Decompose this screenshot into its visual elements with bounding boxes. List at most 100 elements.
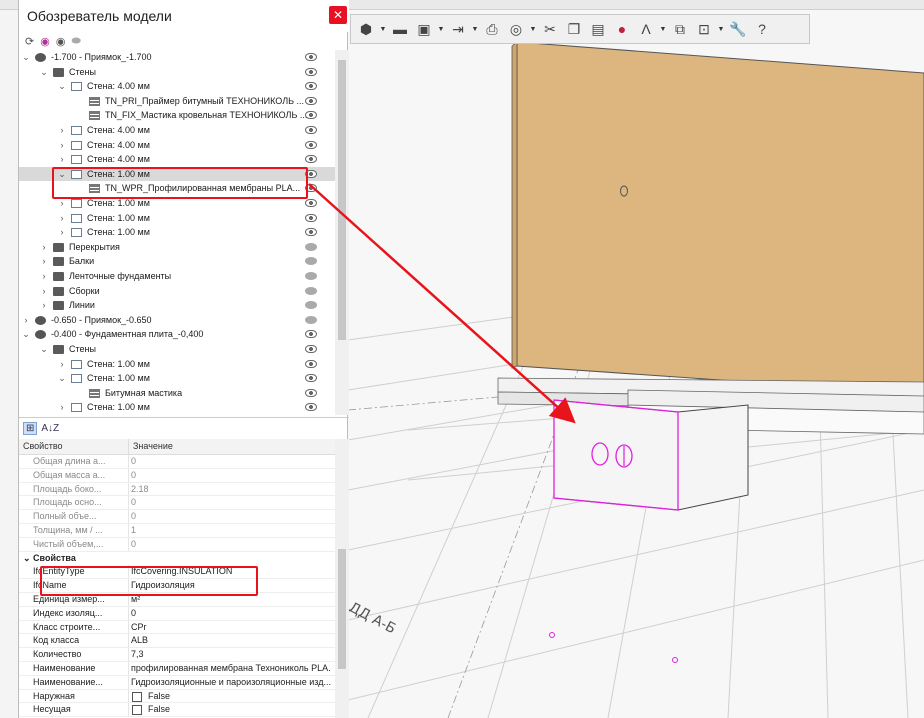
- tree-scrollbar[interactable]: [335, 50, 349, 415]
- hidden-eye-icon[interactable]: [305, 301, 317, 310]
- tree-row[interactable]: › -0.650 - Приямок_-0.650: [19, 313, 335, 328]
- tree-row[interactable]: › Линии: [19, 298, 335, 313]
- tree-row[interactable]: › Стена: 4.00 мм: [19, 123, 335, 138]
- chevron-down-icon[interactable]: ⌄: [57, 167, 67, 182]
- tree-row[interactable]: › Ленточные фундаменты: [19, 269, 335, 284]
- tree-row[interactable]: TN_PRI_Праймер битумный ТЕХНОНИКОЛЬ ...: [19, 94, 335, 109]
- chevron-down-icon[interactable]: ⌄: [23, 553, 33, 563]
- property-value[interactable]: 7,3: [131, 648, 331, 661]
- tree-row[interactable]: Битумная мастика: [19, 386, 335, 401]
- property-value[interactable]: CPr: [131, 621, 331, 634]
- layers-icon[interactable]: ⧉: [669, 18, 691, 40]
- chevron-right-icon[interactable]: ›: [57, 152, 67, 167]
- chevron-right-icon[interactable]: ›: [39, 298, 49, 313]
- eye-icon[interactable]: [305, 388, 317, 397]
- eye-icon[interactable]: ◉: [56, 35, 66, 48]
- measure-icon[interactable]: Ʌ: [635, 18, 657, 40]
- eye-icon[interactable]: [305, 228, 317, 237]
- property-row[interactable]: Площадь боко... 2.18: [19, 482, 335, 497]
- property-value[interactable]: ALB: [131, 634, 331, 647]
- tree-row[interactable]: ⌄ Стена: 1.00 мм: [19, 371, 335, 386]
- property-value[interactable]: 0: [131, 510, 331, 523]
- chevron-down-icon[interactable]: ▼: [717, 18, 725, 40]
- tree-row[interactable]: ⌄ Стена: 1.00 мм: [19, 166, 335, 182]
- hidden-eye-icon[interactable]: [305, 286, 317, 295]
- property-row[interactable]: Площадь осно... 0: [19, 496, 335, 511]
- view-icon[interactable]: ◎: [505, 18, 527, 40]
- chevron-right-icon[interactable]: ›: [57, 138, 67, 153]
- header-value[interactable]: Значение: [133, 441, 173, 451]
- property-row[interactable]: IfcName Гидроизоляция: [19, 579, 335, 593]
- chevron-down-icon[interactable]: ⌄: [21, 327, 31, 342]
- tree-row[interactable]: TN_FIX_Мастика кровельная ТЕХНОНИКОЛЬ ..…: [19, 108, 335, 123]
- property-category[interactable]: ⌄ Свойства: [19, 552, 335, 566]
- eye-icon[interactable]: [305, 155, 317, 164]
- property-row[interactable]: Общая масса а... 0: [19, 468, 335, 483]
- 3d-viewport[interactable]: ДД А-Б: [348, 10, 924, 718]
- tree-row[interactable]: ⌄ -0.400 - Фундаментная плита_-0,400: [19, 327, 335, 342]
- scroll-thumb[interactable]: [338, 549, 346, 669]
- chevron-down-icon[interactable]: ▼: [471, 18, 479, 40]
- property-value[interactable]: 2.18: [131, 483, 331, 496]
- hidden-eye-icon[interactable]: [305, 272, 317, 280]
- tree-row[interactable]: › Стена: 1.00 мм: [19, 357, 335, 372]
- tree-row[interactable]: › Балки: [19, 254, 335, 269]
- tree-row[interactable]: › Сборки: [19, 284, 335, 299]
- chevron-right-icon[interactable]: ›: [21, 313, 31, 328]
- property-row[interactable]: Толщина, мм / ... 1: [19, 524, 335, 538]
- property-row[interactable]: Индекс изоляц... 0: [19, 606, 335, 621]
- chevron-right-icon[interactable]: ›: [39, 254, 49, 269]
- hide-icon[interactable]: ⬬: [71, 35, 80, 48]
- property-row[interactable]: Количество 7,3: [19, 648, 335, 662]
- tree-row[interactable]: › Стена: 4.00 мм: [19, 152, 335, 167]
- scroll-thumb[interactable]: [338, 60, 346, 340]
- property-checkbox[interactable]: [132, 705, 142, 716]
- property-value[interactable]: 1: [131, 524, 331, 537]
- chevron-right-icon[interactable]: ›: [57, 400, 67, 415]
- chevron-down-icon[interactable]: ⌄: [57, 371, 67, 386]
- refresh-icon[interactable]: ⟳: [25, 35, 34, 48]
- chevron-down-icon[interactable]: ▼: [529, 18, 537, 40]
- window-icon[interactable]: ⊡: [693, 18, 715, 40]
- property-value[interactable]: м²: [131, 593, 331, 606]
- eye-icon[interactable]: [305, 126, 317, 134]
- tree-row[interactable]: ⌄ -1.700 - Приямок_-1.700: [19, 50, 335, 65]
- chevron-right-icon[interactable]: ›: [57, 196, 67, 211]
- chevron-right-icon[interactable]: ›: [57, 225, 67, 240]
- hidden-eye-icon[interactable]: [305, 242, 317, 251]
- close-button[interactable]: ✕: [329, 6, 347, 24]
- chevron-down-icon[interactable]: ⌄: [39, 65, 49, 80]
- property-row[interactable]: Несущая False: [19, 703, 335, 718]
- eye-icon[interactable]: [305, 96, 317, 105]
- eye-icon[interactable]: [305, 67, 317, 76]
- cube-icon[interactable]: ⬢: [355, 18, 377, 40]
- tree-row[interactable]: › Стена: 1.00 мм: [19, 196, 335, 211]
- chevron-right-icon[interactable]: ›: [57, 211, 67, 226]
- properties-scrollbar[interactable]: [335, 439, 349, 718]
- export-icon[interactable]: ⇥: [447, 18, 469, 40]
- hidden-eye-icon[interactable]: [305, 315, 317, 324]
- cut-icon[interactable]: ✂: [539, 18, 561, 40]
- tree-row[interactable]: ⌄ Стены: [19, 342, 335, 357]
- tree-row[interactable]: TN_WPR_Профилированная мембраны PLA...: [19, 181, 335, 196]
- property-value[interactable]: профилированная мембрана Технониколь PLA…: [131, 662, 331, 675]
- property-row[interactable]: Единица измер... м²: [19, 593, 335, 607]
- chevron-right-icon[interactable]: ›: [39, 240, 49, 255]
- eye-icon[interactable]: [305, 199, 317, 207]
- folder-icon[interactable]: ▬: [389, 18, 411, 40]
- eye-icon[interactable]: [305, 345, 317, 353]
- property-row[interactable]: Общая длина а... 0: [19, 455, 335, 469]
- property-row[interactable]: Наименование... Гидроизоляционные и парои…: [19, 675, 335, 690]
- chevron-right-icon[interactable]: ›: [57, 123, 67, 138]
- save-icon[interactable]: ▣: [413, 18, 435, 40]
- hidden-eye-icon[interactable]: [305, 257, 317, 266]
- property-value[interactable]: 0: [131, 607, 331, 620]
- help-icon[interactable]: ?: [751, 18, 773, 40]
- property-row[interactable]: Класс строите... CPr: [19, 620, 335, 635]
- property-value[interactable]: IfcCovering.INSULATION: [131, 565, 331, 578]
- property-row[interactable]: IfcEntityType IfcCovering.INSULATION: [19, 565, 335, 580]
- eye-icon[interactable]: [305, 82, 317, 91]
- chevron-down-icon[interactable]: ⌄: [39, 342, 49, 357]
- chevron-down-icon[interactable]: ▼: [437, 18, 445, 40]
- property-row[interactable]: Полный объе... 0: [19, 510, 335, 524]
